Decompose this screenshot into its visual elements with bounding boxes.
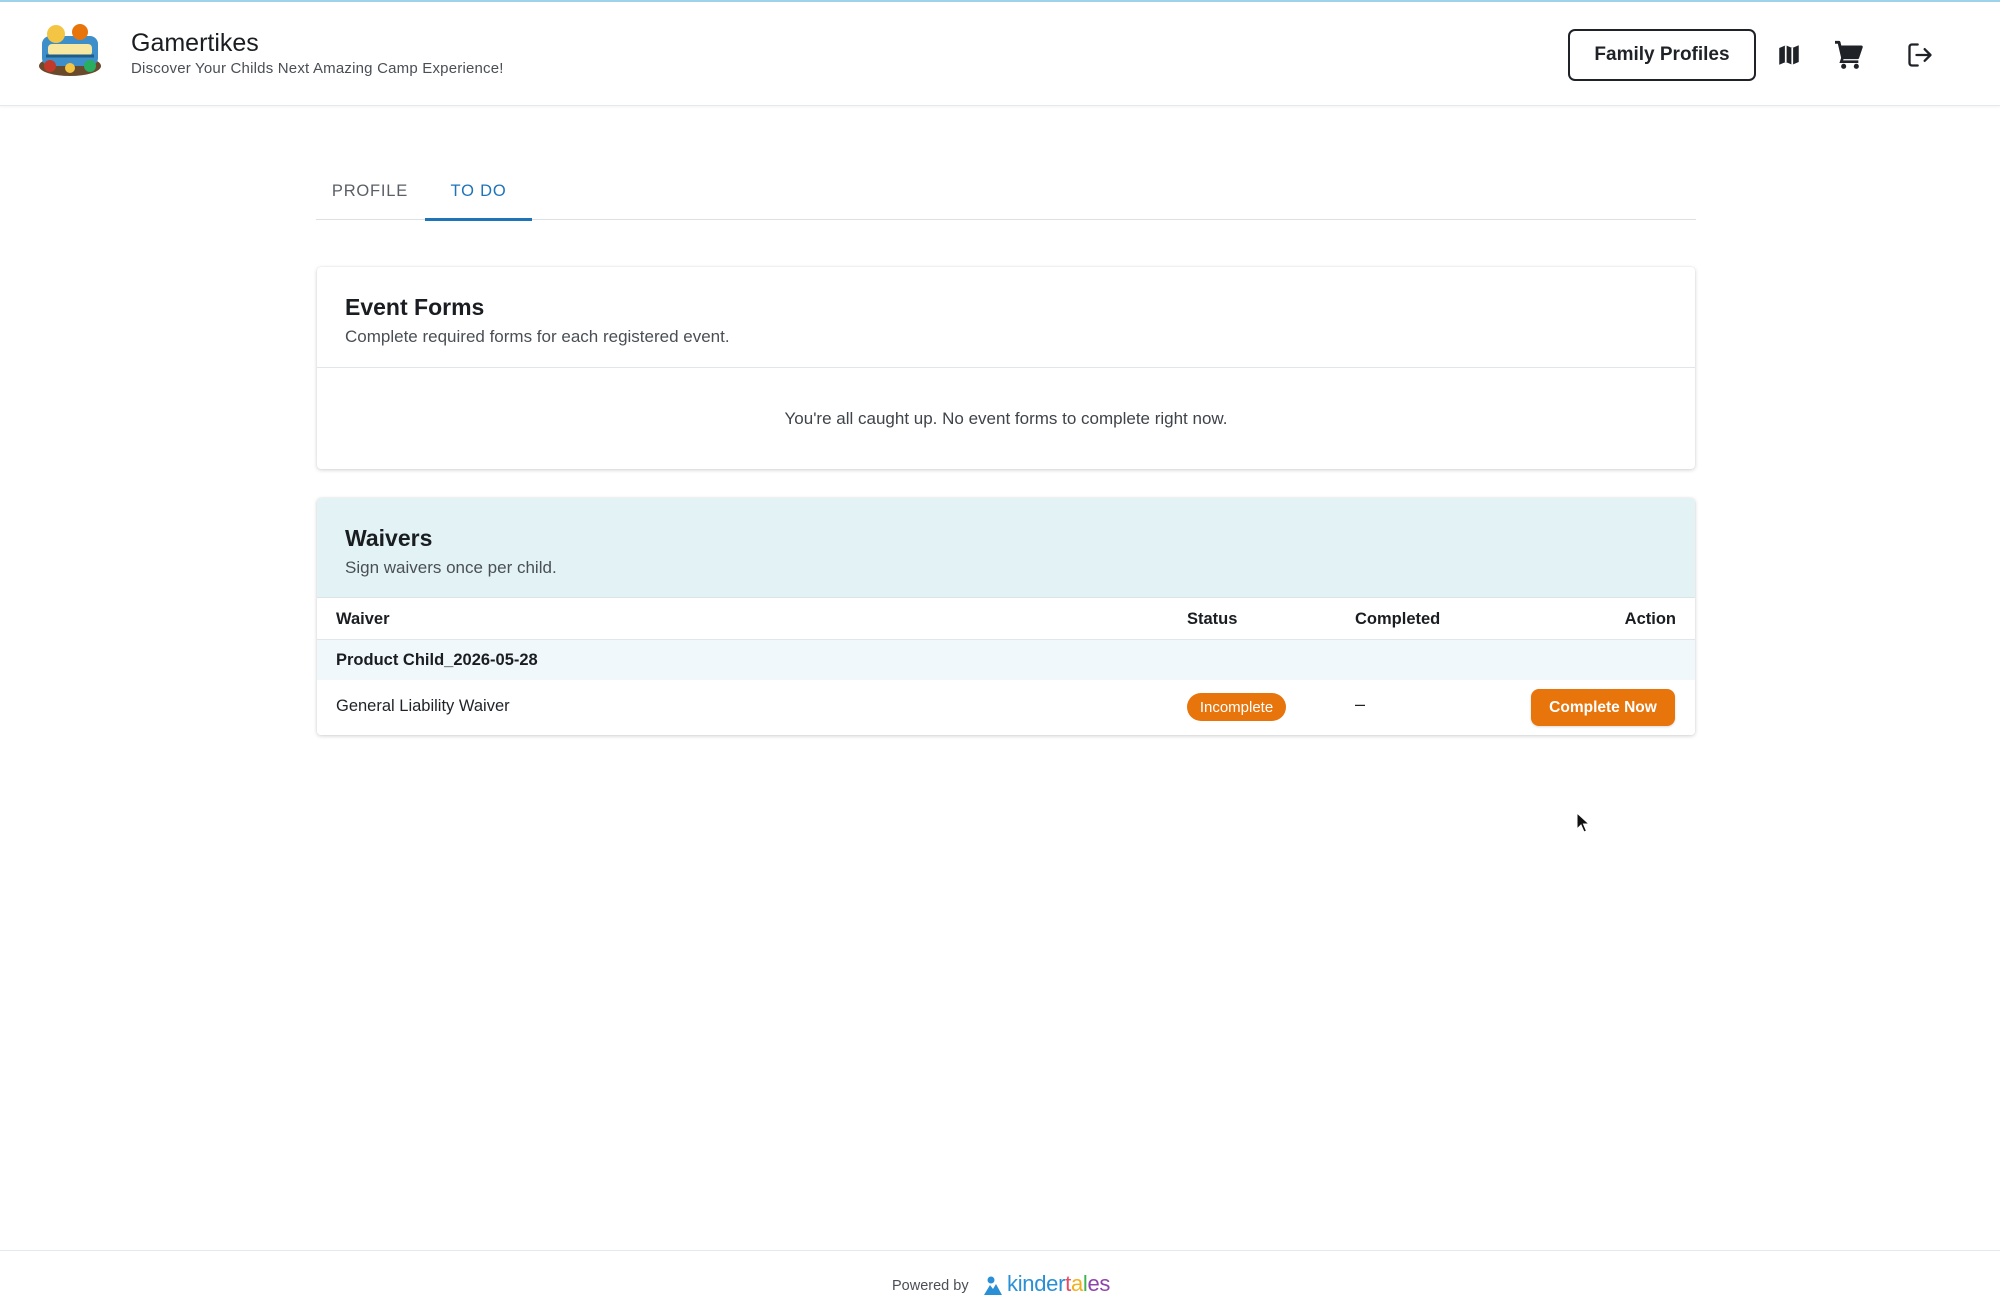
completed-value: – (1355, 694, 1366, 714)
mouse-cursor-icon (1576, 811, 1591, 834)
tab-bar: PROFILE TO DO (316, 162, 1696, 221)
family-profiles-button[interactable]: Family Profiles (1568, 29, 1756, 81)
waivers-title: Waivers (345, 525, 433, 551)
column-header-action: Action (1624, 610, 1676, 628)
event-forms-card: Event Forms Complete required forms for … (317, 267, 1695, 469)
child-group-row: Product Child_2026-05-28 (317, 640, 1695, 680)
footer: Powered by kindertales (0, 1250, 2000, 1316)
complete-now-button[interactable]: Complete Now (1531, 689, 1675, 726)
column-header-status: Status (1187, 610, 1238, 628)
event-forms-title: Event Forms (345, 294, 485, 320)
waivers-header: Waivers Sign waivers once per child. (317, 498, 1695, 598)
event-forms-empty-message: You're all caught up. No event forms to … (784, 408, 1228, 428)
cart-icon[interactable] (1832, 38, 1866, 72)
map-icon[interactable] (1772, 38, 1806, 72)
brand-logo[interactable] (36, 22, 104, 78)
waivers-table-header: Waiver Status Completed Action (317, 598, 1695, 640)
tab-profile[interactable]: PROFILE (316, 162, 424, 220)
app-header: Gamertikes Discover Your Childs Next Ama… (0, 2, 2000, 106)
kindertales-brand[interactable]: kindertales (1007, 1271, 1110, 1297)
column-header-completed: Completed (1355, 610, 1441, 628)
column-header-waiver: Waiver (336, 610, 390, 628)
waivers-card: Waivers Sign waivers once per child. Wai… (317, 498, 1695, 735)
table-row: General Liability Waiver Incomplete – Co… (317, 680, 1695, 735)
logout-icon[interactable] (1903, 38, 1937, 72)
status-badge: Incomplete (1187, 693, 1286, 721)
brand-title: Gamertikes (131, 29, 259, 57)
waivers-subtitle: Sign waivers once per child. (345, 558, 557, 577)
waiver-name: General Liability Waiver (336, 697, 510, 715)
child-name: Product Child_2026-05-28 (336, 651, 538, 669)
powered-by-label: Powered by (892, 1278, 969, 1294)
tab-to-do[interactable]: TO DO (425, 162, 532, 221)
kindertales-logo-icon (982, 1275, 1004, 1297)
event-forms-header: Event Forms Complete required forms for … (317, 267, 1695, 368)
brand-tagline: Discover Your Childs Next Amazing Camp E… (131, 60, 504, 77)
event-forms-subtitle: Complete required forms for each registe… (345, 327, 730, 346)
